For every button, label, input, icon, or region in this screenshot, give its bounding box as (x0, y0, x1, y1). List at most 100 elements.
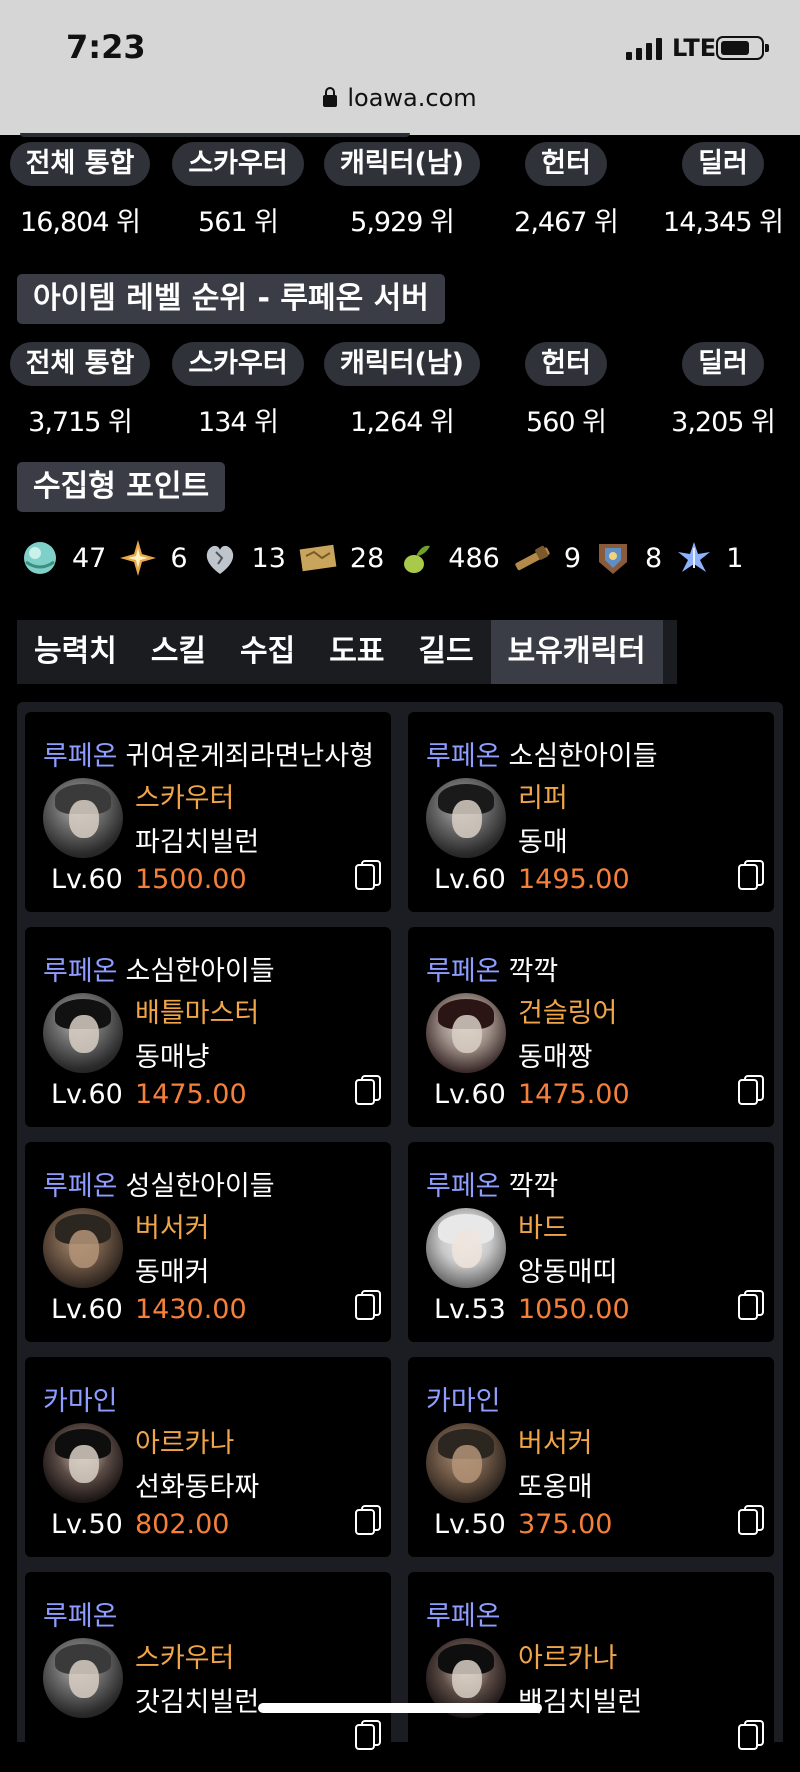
character-class: 아르카나 (135, 1428, 235, 1459)
tab-guild[interactable]: 길드 (401, 620, 490, 684)
character-class: 바드 (518, 1213, 568, 1244)
item-level: 1475.00 (135, 1079, 247, 1110)
rank-col: 캐릭터(남) 5,929 위 (322, 142, 482, 239)
character-card[interactable]: 루페온 아르카나 백김치빌런 (408, 1572, 774, 1772)
character-card[interactable]: 카마인 버서커 또옹매 Lv.50 375.00 (408, 1357, 774, 1557)
collection-item[interactable]: 28 (298, 538, 384, 578)
status-time: 7:23 (66, 28, 146, 66)
collection-item[interactable]: 8 (593, 538, 662, 578)
rank-col: 캐릭터(남) 1,264 위 (322, 342, 482, 439)
character-level: Lv.60 (434, 1079, 506, 1110)
character-class: 리퍼 (518, 783, 568, 814)
rank-category-badge: 딜러 (682, 342, 764, 386)
character-name: 선화동타짜 (135, 1472, 260, 1503)
tab-chart[interactable]: 도표 (312, 620, 401, 684)
rank-category-badge: 헌터 (525, 142, 607, 186)
item-level: 802.00 (135, 1509, 230, 1540)
character-class: 버서커 (135, 1213, 210, 1244)
network-label: LTE (672, 34, 717, 62)
collection-count: 486 (448, 542, 500, 574)
tab-collection[interactable]: 수집 (223, 620, 312, 684)
server-name: 카마인 (426, 1386, 501, 1417)
signal-icon (626, 36, 662, 60)
collection-points: 47 6 13 28 486 9 8 1 (20, 528, 780, 588)
character-card[interactable]: 루페온 깍깍 바드 앙동매띠 Lv.53 1050.00 (408, 1142, 774, 1342)
guild-name: 소심한아이들 (125, 956, 275, 987)
guild-name: 성실한아이들 (125, 1171, 275, 1202)
star-seed-icon (120, 540, 157, 576)
collection-count: 9 (563, 542, 581, 574)
character-class: 스카우터 (135, 783, 235, 814)
rank-col: 헌터 560 위 (486, 342, 646, 439)
copy-icon[interactable] (355, 1505, 381, 1535)
character-avatar (426, 778, 506, 858)
section-title-item-level-rank: 아이템 레벨 순위 - 루페온 서버 (17, 274, 445, 324)
collection-count: 6 (170, 542, 188, 574)
item-level: 1495.00 (518, 864, 630, 895)
character-avatar (43, 1638, 123, 1718)
rank-col: 스카우터 134 위 (158, 342, 318, 439)
guild-name: 귀여운게죄라면난사형 (125, 741, 374, 772)
character-card[interactable]: 루페온 소심한아이들 배틀마스터 동매냥 Lv.60 1475.00 (25, 927, 391, 1127)
character-level: Lv.53 (434, 1294, 506, 1325)
character-name: 동매커 (135, 1257, 210, 1288)
character-card[interactable]: 루페온 깍깍 건슬링어 동매짱 Lv.60 1475.00 (408, 927, 774, 1127)
rank-category-badge: 캐릭터(남) (323, 342, 481, 386)
rank-category-badge: 전체 통합 (9, 342, 151, 386)
ignea-token-icon (599, 544, 627, 574)
collection-item[interactable]: 13 (200, 538, 286, 578)
character-avatar (426, 1423, 506, 1503)
url-text: loawa.com (347, 84, 477, 112)
character-class: 버서커 (518, 1428, 593, 1459)
character-class: 스카우터 (135, 1643, 235, 1674)
address-bar[interactable]: loawa.com (0, 84, 800, 112)
character-card[interactable]: 카마인 아르카나 선화동타짜 Lv.50 802.00 (25, 1357, 391, 1557)
copy-icon[interactable] (738, 1290, 764, 1320)
copy-icon[interactable] (738, 1505, 764, 1535)
server-name: 루페온 (426, 741, 501, 772)
character-avatar (43, 1423, 123, 1503)
character-card[interactable]: 루페온 성실한아이들 버서커 동매커 Lv.60 1430.00 (25, 1142, 391, 1342)
collection-item[interactable]: 47 (20, 538, 106, 578)
copy-icon[interactable] (738, 1720, 764, 1750)
copy-icon[interactable] (355, 1720, 381, 1750)
character-name: 백김치빌런 (518, 1687, 643, 1718)
copy-icon[interactable] (738, 860, 764, 890)
rank-category-badge: 스카우터 (172, 342, 304, 386)
character-name: 동매짱 (518, 1042, 593, 1073)
rank-value: 3,715 위 (28, 407, 133, 438)
copy-icon[interactable] (355, 860, 381, 890)
item-level: 375.00 (518, 1509, 613, 1540)
rank-value: 561 위 (198, 207, 279, 238)
character-name: 파김치빌런 (135, 827, 260, 858)
tab-stats[interactable]: 능력치 (17, 620, 134, 684)
character-card[interactable]: 루페온 스카우터 갓김치빌런 (25, 1572, 391, 1772)
home-indicator[interactable] (258, 1703, 542, 1713)
copy-icon[interactable] (355, 1075, 381, 1105)
character-name: 동매 (518, 827, 568, 858)
collection-count: 13 (251, 542, 286, 574)
rank-value: 3,205 위 (671, 407, 776, 438)
server-name: 루페온 (43, 1601, 118, 1632)
collection-item[interactable]: 6 (118, 538, 188, 578)
tab-owned-characters[interactable]: 보유캐릭터 (490, 620, 663, 684)
rank-value: 14,345 위 (663, 207, 784, 238)
collection-item[interactable]: 486 (396, 538, 500, 578)
character-name: 갓김치빌런 (135, 1687, 260, 1718)
character-card[interactable]: 루페온 귀여운게죄라면난사형 스카우터 파김치빌런 Lv.60 1500.00 (25, 712, 391, 912)
rank-value: 1,264 위 (350, 407, 455, 438)
character-name: 앙동매띠 (518, 1257, 618, 1288)
rank-value: 5,929 위 (350, 207, 455, 238)
collection-item[interactable]: 9 (512, 538, 581, 578)
character-card[interactable]: 루페온 소심한아이들 리퍼 동매 Lv.60 1495.00 (408, 712, 774, 912)
lock-icon (323, 87, 338, 107)
item-level: 1500.00 (135, 864, 247, 895)
copy-icon[interactable] (355, 1290, 381, 1320)
character-grid: 루페온 귀여운게죄라면난사형 스카우터 파김치빌런 Lv.60 1500.00 루… (17, 702, 783, 1772)
server-name: 루페온 (426, 956, 501, 987)
collection-item[interactable]: 1 (674, 538, 743, 578)
copy-icon[interactable] (738, 1075, 764, 1105)
tab-skills[interactable]: 스킬 (134, 620, 223, 684)
server-name: 루페온 (426, 1171, 501, 1202)
character-level: Lv.60 (51, 1079, 123, 1110)
